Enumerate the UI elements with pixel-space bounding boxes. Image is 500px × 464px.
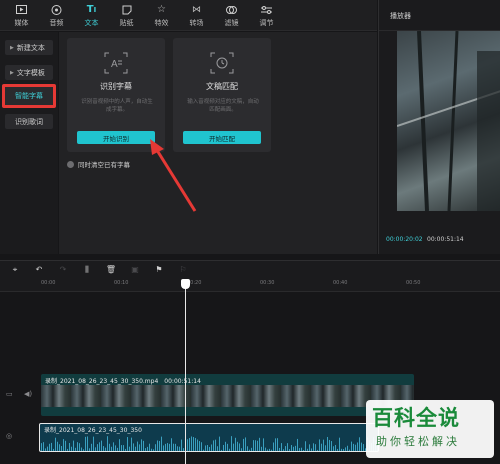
marker-icon[interactable]: ⚑ (147, 263, 171, 277)
tab-transition[interactable]: ⋈ 转场 (179, 0, 214, 31)
sidebar-item-label: 新建文本 (16, 43, 45, 52)
marker-disabled-icon[interactable]: ⚐ (171, 263, 195, 277)
ruler-label: 00:50 (406, 280, 421, 286)
card-description: 识别音视频中的人声，自动生成字幕。 (81, 99, 153, 113)
sidebar-item-recognize-lyrics[interactable]: 识别歌词 (5, 114, 53, 129)
tab-adjust[interactable]: 调节 (249, 0, 284, 31)
player-panel: 播放器 00:00:20:02 00:00:51:14 (378, 0, 500, 254)
expand-arrow-icon: ▶ (10, 44, 14, 51)
timeline-ruler[interactable]: 00:00 00:10 00:20 00:30 00:40 00:50 (0, 278, 500, 292)
select-cursor-icon[interactable]: ⌖ (3, 263, 27, 277)
card-title: 识别字幕 (100, 82, 132, 91)
app-root: 媒体 音频 TI 文本 贴纸 ☆ 特效 ⋈ 转场 滤镜 调节 ▶ 新建文本 ▶ … (0, 0, 500, 464)
tab-text[interactable]: TI 文本 (74, 0, 109, 31)
top-toolbar: 媒体 音频 TI 文本 贴纸 ☆ 特效 ⋈ 转场 滤镜 调节 (0, 0, 377, 31)
audio-waveform (41, 436, 378, 451)
redo-icon[interactable]: ↷ (51, 263, 75, 277)
tab-media[interactable]: 媒体 (4, 0, 39, 31)
sidebar-item-smart-subtitle[interactable]: 智能字幕 (2, 84, 56, 108)
total-time: 00:00:51:14 (427, 236, 464, 243)
sidebar-item-new-text[interactable]: ▶ 新建文本 (5, 40, 53, 55)
card-description: 输入音视频对应的文稿，自动匹配画面。 (187, 99, 259, 113)
sidebar-item-label: 识别歌词 (15, 117, 43, 126)
smart-subtitle-panel: A 识别字幕 识别音视频中的人声，自动生成字幕。 开始识别 文稿匹配 输入音视频… (59, 32, 377, 254)
tab-filter[interactable]: 滤镜 (214, 0, 249, 31)
video-track-icon: ▭ (6, 390, 13, 398)
sticker-icon (121, 4, 133, 16)
text-icon: TI (86, 4, 97, 15)
tab-transition-label: 转场 (189, 18, 204, 27)
playhead-line (185, 289, 186, 464)
filter-icon (226, 4, 238, 16)
video-preview[interactable] (397, 31, 500, 211)
player-title: 播放器 (379, 0, 500, 31)
tab-media-label: 媒体 (14, 18, 29, 27)
transition-icon: ⋈ (192, 4, 201, 15)
effects-icon: ☆ (157, 4, 166, 15)
checkbox-icon[interactable] (67, 160, 74, 168)
sidebar-item-label: 文字模板 (16, 68, 45, 77)
tab-effects-label: 特效 (154, 18, 169, 27)
text-sidebar: ▶ 新建文本 ▶ 文字模板 智能字幕 识别歌词 (0, 32, 58, 254)
tab-filter-label: 滤镜 (224, 18, 239, 27)
tab-sticker-label: 贴纸 (119, 18, 134, 27)
freeze-icon[interactable]: ▣ (123, 263, 147, 277)
svg-text:A: A (111, 59, 118, 70)
video-clip[interactable]: 录制_2021_08_26_23_45_30_350.mp4 00:00:51:1… (41, 374, 414, 416)
media-icon (16, 4, 28, 16)
card-title: 文稿匹配 (206, 82, 238, 91)
audio-clip[interactable]: 录制_2021_08_26_23_45_30_350 (39, 423, 379, 452)
tab-adjust-label: 调节 (259, 18, 274, 27)
annotation-arrow-icon (150, 139, 197, 212)
sidebar-item-label: 智能字幕 (15, 92, 43, 100)
timeline-toolbar: ⌖ ↶ ↷ ⫼ 🗑 ▣ ⚑ ⚐ (0, 260, 500, 278)
checkbox-label: 同时清空已有字幕 (78, 161, 130, 169)
script-match-icon (210, 52, 234, 74)
watermark-logo: 百科全说 助你轻松解决 (366, 400, 494, 458)
subtitle-recognize-icon: A (104, 52, 128, 74)
watermark-subtitle: 助你轻松解决 (376, 435, 460, 448)
volume-icon[interactable]: ◀) (24, 390, 32, 398)
expand-arrow-icon: ▶ (10, 69, 14, 76)
delete-icon[interactable]: 🗑 (99, 263, 123, 277)
watermark-title: 百科全说 (372, 406, 460, 430)
audio-icon (51, 4, 63, 16)
tab-audio-label: 音频 (49, 18, 64, 27)
video-clip-label: 录制_2021_08_26_23_45_30_350.mp4 00:00:51:1… (45, 376, 201, 385)
video-clip-name: 录制_2021_08_26_23_45_30_350.mp4 (45, 378, 159, 385)
tab-text-label: 文本 (84, 18, 99, 27)
video-clip-duration: 00:00:51:14 (164, 378, 201, 385)
audio-clip-name: 录制_2021_08_26_23_45_30_350 (44, 427, 142, 434)
split-icon[interactable]: ⫼ (75, 263, 99, 277)
playhead-handle[interactable] (181, 279, 190, 289)
video-thumbnails (41, 385, 414, 407)
clear-existing-subtitles-option[interactable]: 同时清空已有字幕 (67, 159, 130, 169)
undo-icon[interactable]: ↶ (27, 263, 51, 277)
tab-audio[interactable]: 音频 (39, 0, 74, 31)
audio-track-icon: ◎ (6, 432, 13, 440)
adjust-icon (261, 4, 273, 16)
ruler-label: 00:40 (333, 280, 348, 286)
tab-effects[interactable]: ☆ 特效 (144, 0, 179, 31)
tab-sticker[interactable]: 贴纸 (109, 0, 144, 31)
current-time: 00:00:20:02 (386, 236, 423, 243)
ruler-label: 00:10 (114, 280, 129, 286)
sidebar-item-text-template[interactable]: ▶ 文字模板 (5, 65, 53, 80)
ruler-label: 00:30 (260, 280, 275, 286)
ruler-label: 00:00 (41, 280, 56, 286)
